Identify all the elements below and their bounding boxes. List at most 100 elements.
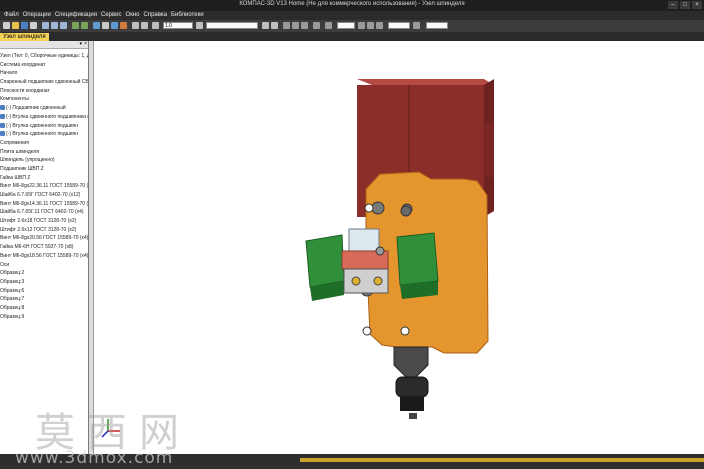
motor-top — [357, 79, 494, 85]
save-icon[interactable] — [21, 22, 28, 29]
tree-item-label: Шпиндель (упрощенно) — [0, 157, 55, 164]
plate-bolt — [371, 201, 385, 215]
spindle-collet — [400, 397, 424, 411]
menu-operations[interactable]: Операции — [23, 11, 51, 20]
tree-item[interactable]: (-) Втулка сдвоенного подшипника (x2) — [0, 113, 88, 122]
tree-item[interactable]: Штифт 2.6x18 ГОСТ 3128-70 (x2) — [0, 217, 88, 226]
tree-item[interactable]: Образец:6 — [0, 287, 88, 296]
spindle-model — [101, 79, 494, 438]
filter-icon[interactable] — [358, 22, 365, 29]
spindle-body — [393, 346, 429, 378]
wireframe-icon[interactable] — [283, 22, 290, 29]
perspective-icon[interactable] — [313, 22, 320, 29]
new-file-icon[interactable] — [3, 22, 10, 29]
tree-item[interactable]: Оси — [0, 261, 88, 270]
tree-item[interactable]: Шайба 6.7.65Г.11 ГОСТ 6402-70 (x4) — [0, 208, 88, 217]
orient-icon[interactable] — [271, 22, 278, 29]
component-icon — [0, 122, 5, 128]
manager-icon[interactable] — [102, 22, 109, 29]
cursor-icon[interactable] — [413, 22, 420, 29]
scale-field[interactable]: 1.0 — [163, 22, 193, 29]
close-button[interactable]: × — [692, 1, 702, 9]
copy-icon[interactable] — [51, 22, 58, 29]
minimize-button[interactable]: – — [668, 1, 678, 9]
tree-item-label: Начало — [0, 70, 18, 77]
zoom-out-icon[interactable] — [152, 22, 159, 29]
tree-item[interactable]: Винт М6-8gx14.36.11 ГОСТ 15589-70 (x8) — [0, 200, 88, 209]
tree-item[interactable]: Компоненты — [0, 95, 88, 104]
zoom-in-icon[interactable] — [132, 22, 139, 29]
shaded-icon[interactable] — [301, 22, 308, 29]
tree-item-label: Подшипник ШВП Z — [0, 165, 44, 172]
tree-item-label: Шайба 6.7.65Г.11 ГОСТ 6402-70 (x4) — [0, 209, 84, 216]
tree-item[interactable]: Гайка ШВП Z — [0, 174, 88, 183]
tree-item[interactable]: Спаренный подшипник сдвоенный СБ — [0, 78, 88, 87]
tree-item-label: Штифт 2.6x18 ГОСТ 3128-70 (x2) — [0, 218, 77, 225]
guide-block-right — [396, 232, 439, 286]
window-title: КОМПАС-3D V13 Home (Не для коммерческого… — [239, 1, 465, 7]
tree-item[interactable]: Подшипник ШВП Z — [0, 165, 88, 174]
tab-spindle-assembly[interactable]: Узел шпинделя — [0, 33, 49, 41]
tree-item[interactable]: Плита шпинделя — [0, 148, 88, 157]
tree-item[interactable]: Образец:8 — [0, 304, 88, 313]
rotate-icon[interactable] — [262, 22, 269, 29]
redo-icon[interactable] — [81, 22, 88, 29]
tree-item-label: Штифт 2.6x12 ГОСТ 3128-70 (x2) — [0, 226, 77, 233]
hidden-lines-icon[interactable] — [292, 22, 299, 29]
tree-item[interactable]: Штифт 2.6x12 ГОСТ 3128-70 (x2) — [0, 226, 88, 235]
tree-item-label: (-) Втулка сдвоенного подшипн — [6, 122, 79, 129]
tree-item[interactable]: Образец:9 — [0, 313, 88, 322]
tree-item[interactable]: Начало — [0, 69, 88, 78]
tree-item[interactable]: Винт М6-8gx22.36.11 ГОСТ 15589-70 (x4) — [0, 182, 88, 191]
tree-item[interactable]: (-) Втулка сдвоенного подшипн — [0, 122, 88, 131]
menu-service[interactable]: Сервис — [101, 11, 122, 20]
tree-item[interactable]: Винт М6-8gx20.56 ГОСТ 15589-70 (x4) — [0, 234, 88, 243]
menu-file[interactable]: Файл — [4, 11, 19, 20]
grid-icon[interactable] — [376, 22, 383, 29]
tree-item[interactable]: Шпиндель (упрощенно) — [0, 156, 88, 165]
tree-item[interactable]: Плоскости координат — [0, 87, 88, 96]
tree-item[interactable]: Узел (Тел: 0, Сборочные единицы: 1, Дета… — [0, 52, 88, 61]
tree-item[interactable]: Шайба 6.7.65Г ГОСТ 6402-70 (x12) — [0, 191, 88, 200]
section-icon[interactable] — [325, 22, 332, 29]
paste-icon[interactable] — [60, 22, 67, 29]
layer-field[interactable] — [337, 22, 355, 29]
open-folder-icon[interactable] — [12, 22, 19, 29]
tree-item[interactable]: Образец:7 — [0, 295, 88, 304]
step-field[interactable] — [388, 22, 410, 29]
cut-icon[interactable] — [42, 22, 49, 29]
component-icon — [0, 105, 5, 111]
tree-item[interactable]: Система координат — [0, 61, 88, 70]
tree-item[interactable]: (-) Втулка сдвоенного подшипн — [0, 130, 88, 139]
tree-item[interactable]: Образец:2 — [0, 269, 88, 278]
tree-item[interactable]: Сопряжения — [0, 139, 88, 148]
pin-icon[interactable]: ▾ — [79, 41, 82, 48]
model-viewport[interactable] — [94, 41, 704, 454]
variables-icon[interactable] — [120, 22, 127, 29]
tree-item-label: (-) Втулка сдвоенного подшипника (x2) — [6, 113, 89, 120]
tree-item[interactable]: Гайка М6-6Н ГОСТ 5927-70 (x8) — [0, 243, 88, 252]
tree-item[interactable]: Винт М6-8gx18.56 ГОСТ 15589-70 (x4) — [0, 252, 88, 261]
tree-item-label: Винт М6-8gx22.36.11 ГОСТ 15589-70 (x4) — [0, 183, 89, 190]
tree-item-label: (-) Подшипник сдвоенный — [6, 105, 66, 112]
snap-icon[interactable] — [367, 22, 374, 29]
maximize-button[interactable]: □ — [680, 1, 690, 9]
pan-icon[interactable] — [196, 22, 203, 29]
menu-libraries[interactable]: Библиотеки — [171, 11, 204, 20]
undo-icon[interactable] — [72, 22, 79, 29]
properties-icon[interactable] — [93, 22, 100, 29]
coordinate-field[interactable] — [426, 22, 448, 29]
view-orientation-field[interactable] — [206, 22, 258, 29]
menu-help[interactable]: Справка — [143, 11, 167, 20]
menu-window[interactable]: Окно — [126, 11, 140, 20]
tree-item-label: Образец:2 — [0, 270, 25, 277]
print-icon[interactable] — [30, 22, 37, 29]
close-panel-icon[interactable]: × — [84, 41, 87, 48]
menu-specification[interactable]: Спецификация — [55, 11, 97, 20]
tree-item[interactable]: Образец:3 — [0, 278, 88, 287]
zoom-window-icon[interactable] — [141, 22, 148, 29]
model-tree: Узел (Тел: 0, Сборочные единицы: 1, Дета… — [0, 49, 88, 321]
tree-item-label: Образец:8 — [0, 304, 25, 311]
tree-item[interactable]: (-) Подшипник сдвоенный — [0, 104, 88, 113]
library-icon[interactable] — [111, 22, 118, 29]
